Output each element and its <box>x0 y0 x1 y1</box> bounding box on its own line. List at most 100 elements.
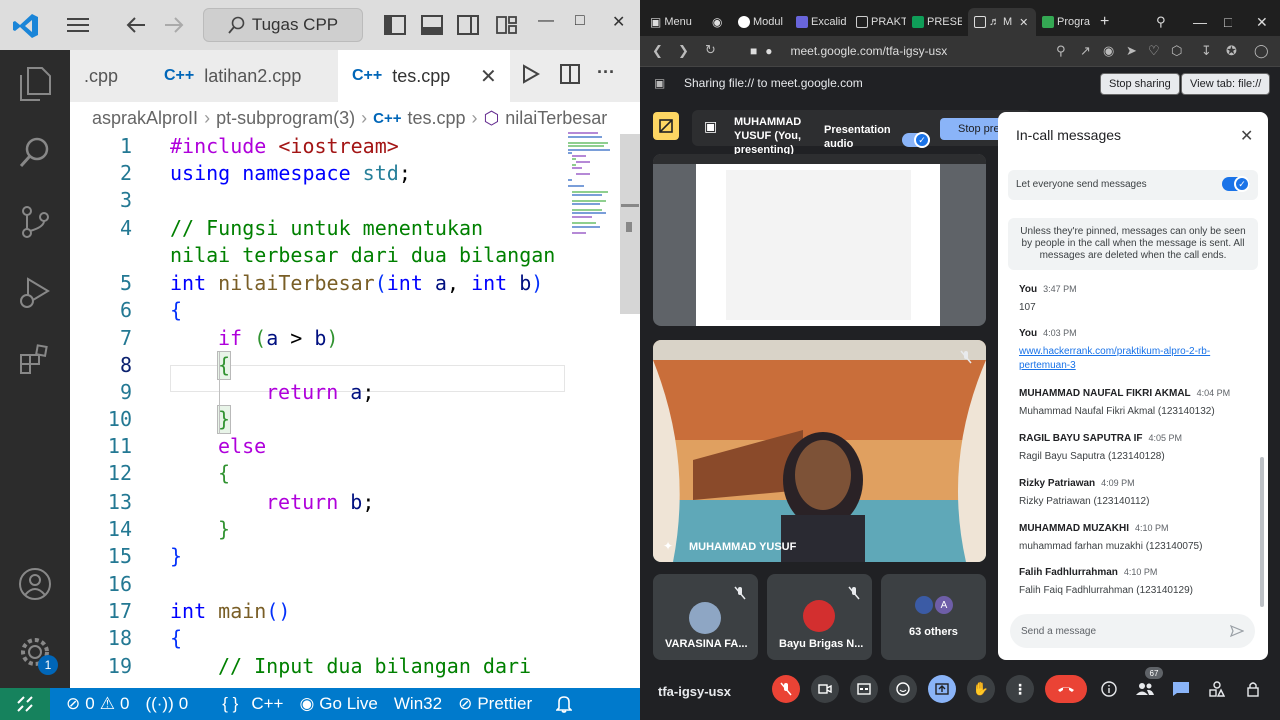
forward-icon[interactable]: ❯ <box>678 43 689 59</box>
maximize-icon[interactable]: □ <box>1224 8 1232 36</box>
customize-layout-icon[interactable] <box>495 13 519 37</box>
back-arrow-icon[interactable] <box>124 13 148 37</box>
go-live-button[interactable]: ◉ Go Live <box>299 694 377 714</box>
breadcrumb-item[interactable]: pt-subprogram(3) <box>216 108 355 129</box>
browser-tab-active[interactable]: ♬ M ✕ <box>968 8 1036 36</box>
sharing-infobar: ▣ Sharing file:// to meet.google.com Sto… <box>640 66 1280 100</box>
profile-icon[interactable]: ◯ <box>1254 43 1269 59</box>
toggle-secondary-sidebar-icon[interactable] <box>456 13 480 37</box>
search-tabs-icon[interactable]: ⚲ <box>1156 8 1166 36</box>
search-icon[interactable] <box>15 132 55 172</box>
breadcrumb-item[interactable]: asprakAlproII <box>92 108 198 129</box>
activities-icon[interactable] <box>653 112 679 140</box>
forward-arrow-icon[interactable] <box>162 13 186 37</box>
extensions-icon[interactable] <box>15 340 55 380</box>
share-icon[interactable]: ↗ <box>1080 43 1091 59</box>
platform-indicator[interactable]: Win32 <box>394 694 442 714</box>
split-editor-icon[interactable] <box>560 64 580 89</box>
close-icon[interactable]: ✕ <box>1019 16 1028 29</box>
browser-tab[interactable]: PRESE <box>912 8 962 36</box>
main-video-tile[interactable]: ✦ MUHAMMAD YUSUF <box>653 340 986 562</box>
source-control-icon[interactable] <box>15 202 55 242</box>
minimap[interactable] <box>568 130 618 240</box>
ports-indicator[interactable]: ((·)) 0 <box>145 694 188 714</box>
run-file-icon[interactable] <box>522 64 541 89</box>
command-center[interactable]: Tugas CPP <box>203 8 363 42</box>
presentation-preview-tile[interactable] <box>653 154 986 326</box>
let-everyone-send-toggle[interactable]: ✓ <box>1222 176 1250 192</box>
captions-button[interactable] <box>850 675 878 703</box>
mic-off-button[interactable] <box>772 675 800 703</box>
minimize-icon[interactable]: — <box>538 12 554 30</box>
people-icon[interactable] <box>1135 679 1155 699</box>
remote-indicator[interactable] <box>0 688 50 720</box>
captions-icon <box>857 683 871 695</box>
reactions-button[interactable] <box>889 675 917 703</box>
toggle-panel-icon[interactable] <box>420 13 444 37</box>
toggle-primary-sidebar-icon[interactable] <box>383 13 407 37</box>
cube-icon[interactable]: ⬡ <box>1171 43 1182 59</box>
breadcrumb-item[interactable]: nilaiTerbesar <box>505 108 607 129</box>
camera-icon[interactable]: ◉ <box>1103 43 1114 59</box>
close-icon[interactable]: ✕ <box>1240 126 1253 146</box>
browser-tab[interactable]: PRAKT <box>856 8 906 36</box>
maximize-icon[interactable]: □ <box>575 12 585 30</box>
participant-tile[interactable]: VARASINA FA... <box>653 574 758 660</box>
tab-close-icon[interactable]: ✕ <box>480 64 497 89</box>
prettier-indicator[interactable]: ⊘ Prettier <box>458 694 532 714</box>
notifications-bell-icon[interactable] <box>556 695 573 713</box>
tab-cpp[interactable]: .cpp <box>70 50 148 102</box>
chat-title: In-call messages <box>1016 127 1122 143</box>
tab-tes[interactable]: C++ tes.cpp ✕ <box>338 50 510 102</box>
reload-icon[interactable]: ↻ <box>705 42 716 58</box>
browser-tab[interactable]: Progra <box>1042 8 1096 36</box>
accounts-icon[interactable] <box>15 564 55 604</box>
language-label: C++ <box>251 694 284 713</box>
new-tab-icon[interactable]: + <box>1100 8 1109 36</box>
close-icon[interactable]: ✕ <box>1256 8 1268 36</box>
back-icon[interactable]: ❮ <box>652 43 663 59</box>
presentation-audio-toggle[interactable]: ✓ <box>902 132 930 148</box>
more-actions-icon[interactable]: ··· <box>597 62 615 83</box>
menu-icon[interactable] <box>66 13 90 37</box>
others-tile[interactable]: A 63 others <box>881 574 986 660</box>
activities-shapes-icon[interactable] <box>1207 679 1227 699</box>
minimize-icon[interactable]: — <box>1193 8 1207 36</box>
extensions-icon[interactable]: ✪ <box>1226 43 1237 59</box>
chat-icon[interactable] <box>1171 679 1191 699</box>
problems-indicator[interactable]: ⊘ 0 ⚠ 0 <box>66 694 129 714</box>
close-icon[interactable]: ✕ <box>612 12 625 32</box>
meeting-details-icon[interactable] <box>1099 679 1119 699</box>
present-button[interactable] <box>928 675 956 703</box>
chat-scrollbar[interactable] <box>1260 457 1264 607</box>
address-bar[interactable]: ■ ● meet.google.com/tfa-igsy-usx <box>740 39 1040 63</box>
message-sender: You <box>1019 284 1038 295</box>
heart-icon[interactable]: ♡ <box>1148 43 1160 59</box>
tab-latihan2[interactable]: C++ latihan2.cpp <box>150 50 336 102</box>
message-link[interactable]: www.hackerrank.com/praktikum-alpro-2-rb-… <box>1019 345 1219 373</box>
view-tab-button[interactable]: View tab: file:// <box>1181 73 1271 95</box>
stop-sharing-button[interactable]: Stop sharing <box>1100 73 1180 95</box>
camera-button[interactable] <box>811 675 839 703</box>
host-controls-icon[interactable] <box>1243 679 1263 699</box>
language-mode[interactable]: { } C++ <box>222 694 283 714</box>
send-icon[interactable]: ➤ <box>1126 43 1137 59</box>
browser-tab[interactable]: Excalid <box>796 8 850 36</box>
run-debug-icon[interactable] <box>15 272 55 312</box>
gamepad-tab[interactable]: ◉ <box>712 8 732 36</box>
more-options-button[interactable]: ⋮ <box>1006 675 1034 703</box>
leave-call-button[interactable] <box>1045 675 1087 703</box>
tab-label: Progra <box>1057 16 1091 28</box>
send-icon[interactable] <box>1229 624 1245 642</box>
participant-tile[interactable]: Bayu Brigas N... <box>767 574 872 660</box>
code-editor[interactable]: 1 #include <iostream> 2 using namespace st… <box>70 134 640 688</box>
breadcrumb-item[interactable]: tes.cpp <box>407 108 465 129</box>
raise-hand-button[interactable]: ✋ <box>967 675 995 703</box>
browser-tab[interactable]: Modul <box>738 8 788 36</box>
chat-message-input[interactable]: Send a message <box>1010 614 1255 648</box>
browser-menu-tab[interactable]: ▣ Menu <box>650 8 702 36</box>
download-icon[interactable]: ↧ <box>1201 43 1212 59</box>
pin-icon[interactable]: ✦ <box>663 539 673 553</box>
explorer-icon[interactable] <box>15 64 55 104</box>
search-icon[interactable]: ⚲ <box>1056 43 1066 59</box>
